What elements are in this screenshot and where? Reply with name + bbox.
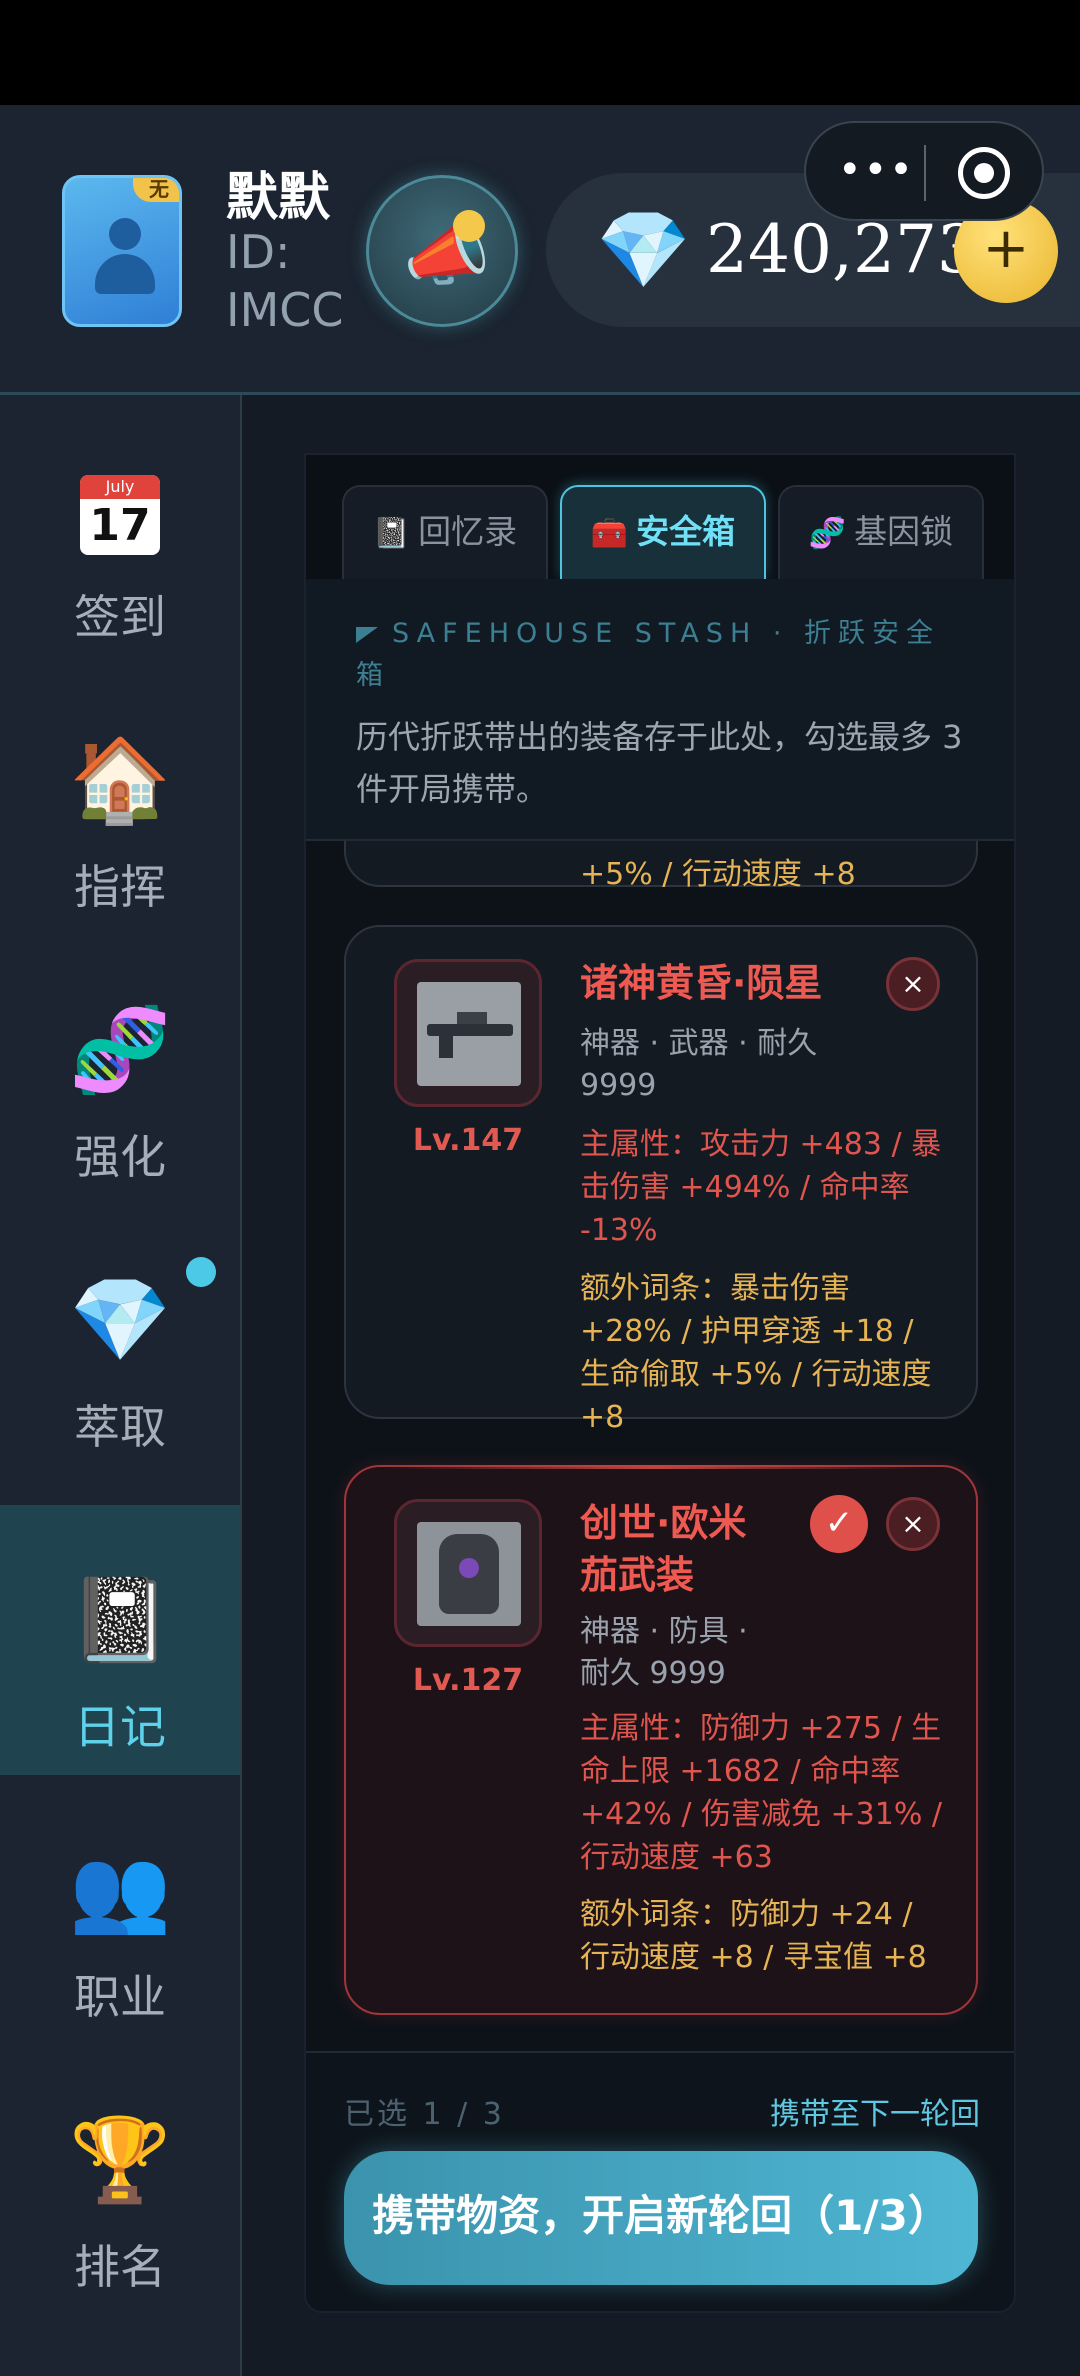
avatar[interactable]: 无 [62, 175, 182, 327]
person-icon [95, 218, 155, 298]
remove-item-button[interactable]: × [886, 1497, 940, 1551]
remove-item-button[interactable]: × [886, 957, 940, 1011]
notification-dot [186, 1257, 216, 1287]
tab-safebox[interactable]: 🧰 安全箱 [560, 485, 766, 579]
sidebar: July 17 签到 🏠 指挥 🧬 强化 💎 萃取 📓 日记 👥 职业 🏆 排名 [0, 395, 242, 2376]
avatar-badge: 无 [133, 178, 179, 202]
item-thumbnail [394, 959, 542, 1107]
toolbox-icon: 🧰 [590, 516, 629, 551]
notebook-icon: 📓 [68, 1573, 172, 1668]
selected-check-icon[interactable]: ✓ [810, 1495, 868, 1553]
stash-footer: 已选 1 / 3 携带至下一轮回 携带物资，开启新轮回（1/3） [306, 2051, 1014, 2311]
house-icon: 🏠 [68, 733, 172, 828]
notification-dot [453, 210, 485, 242]
notebook-icon: 📓 [372, 516, 411, 551]
stash-panel: 📓 回忆录 🧰 安全箱 🧬 基因锁 SAFEHOUSE STASH · 折跃安全箱 历… [304, 453, 1016, 2313]
sidebar-item-label: 职业 [74, 1970, 166, 2024]
sidebar-item-checkin[interactable]: July 17 签到 [0, 395, 240, 665]
dna-icon: 🧬 [68, 1003, 172, 1098]
dna-icon: 🧬 [808, 516, 847, 551]
item-main-attributes: 主属性：防御力 +275 / 生命上限 +1682 / 命中率 +42% / 伤… [580, 1711, 942, 1875]
sidebar-item-label: 日记 [74, 1700, 166, 1754]
sidebar-item-enhance[interactable]: 🧬 强化 [0, 935, 240, 1205]
item-list[interactable]: +5% / 行动速度 +8 Lv.147 诸神黄昏·陨星 神器 · 武器 · 耐… [306, 841, 1014, 2061]
item-extra-attributes: 额外词条：暴击伤害 +28% / 护甲穿透 +18 / 生命偷取 +5% / 行… [580, 1271, 932, 1435]
trophy-icon: 🏆 [68, 2113, 172, 2208]
user-id: ID: IMCC [226, 225, 344, 337]
tab-genelock[interactable]: 🧬 基因锁 [778, 485, 984, 579]
section-title: SAFEHOUSE STASH · 折跃安全箱 [356, 618, 940, 691]
item-extra-attributes: +5% / 行动速度 +8 [580, 857, 856, 892]
stash-intro: SAFEHOUSE STASH · 折跃安全箱 历代折跃带出的装备存于此处，勾选… [306, 579, 1014, 841]
section-description: 历代折跃带出的装备存于此处，勾选最多 3 件开局携带。 [356, 718, 963, 808]
sidebar-item-command[interactable]: 🏠 指挥 [0, 665, 240, 935]
carry-hint: 携带至下一轮回 [770, 2097, 980, 2132]
item-meta: 神器 · 防具 · 耐久 9999 [580, 1614, 748, 1691]
item-meta: 神器 · 武器 · 耐久 9999 [580, 1026, 818, 1103]
target-icon[interactable] [958, 147, 1010, 199]
sidebar-item-extract[interactable]: 💎 萃取 [0, 1205, 240, 1475]
item-name: 诸神黄昏·陨星 [580, 961, 823, 1005]
flag-icon [356, 626, 378, 643]
item-level: Lv.147 [412, 1123, 524, 1158]
app-screen: 无 默默 ID: IMCC 📣 💎 240,273 + ••• July 17 … [0, 0, 1080, 2376]
item-extra-attributes: 额外词条：防御力 +24 / 行动速度 +8 / 寻宝值 +8 [580, 1897, 927, 1975]
calendar-icon: July 17 [80, 475, 160, 555]
currency-balance: 240,273 [706, 211, 979, 288]
sidebar-item-label: 强化 [74, 1130, 166, 1184]
username: 默默 [226, 168, 331, 228]
selected-count: 已选 1 / 3 [344, 2097, 505, 2132]
item-card[interactable]: +5% / 行动速度 +8 [344, 841, 978, 892]
users-icon: 👥 [68, 1843, 172, 1938]
gem-icon: 💎 [68, 1273, 172, 1368]
item-level: Lv.127 [412, 1663, 524, 1698]
item-card-selected[interactable]: Lv.127 创世·欧米茄武装 神器 · 防具 · 耐久 9999 主属性：防御… [344, 1465, 978, 2015]
sidebar-item-label: 萃取 [74, 1400, 166, 1454]
more-menu-button[interactable]: ••• [838, 145, 913, 201]
sidebar-item-label: 排名 [74, 2240, 166, 2294]
tab-bar: 📓 回忆录 🧰 安全箱 🧬 基因锁 [306, 455, 1014, 579]
sidebar-item-career[interactable]: 👥 职业 [0, 1775, 240, 2045]
armor-icon [417, 1522, 521, 1626]
announcement-button[interactable]: 📣 [366, 175, 518, 327]
status-bar [0, 0, 1080, 105]
sidebar-item-label: 签到 [74, 590, 166, 644]
item-card[interactable]: Lv.147 诸神黄昏·陨星 神器 · 武器 · 耐久 9999 主属性：攻击力… [344, 925, 978, 1435]
item-thumbnail [394, 1499, 542, 1647]
start-new-cycle-button[interactable]: 携带物资，开启新轮回（1/3） [344, 2151, 978, 2285]
miniapp-capsule: ••• [804, 121, 1044, 221]
item-name: 创世·欧米茄武装 [580, 1501, 747, 1597]
item-main-attributes: 主属性：攻击力 +483 / 暴击伤害 +494% / 命中率 -13% [580, 1127, 942, 1248]
sidebar-item-ranking[interactable]: 🏆 排名 [0, 2045, 240, 2315]
header: 无 默默 ID: IMCC 📣 💎 240,273 + ••• [0, 105, 1080, 395]
sidebar-item-diary[interactable]: 📓 日记 [0, 1505, 240, 1775]
diamond-icon: 💎 [596, 205, 691, 294]
rifle-icon [417, 982, 521, 1086]
tab-memoir[interactable]: 📓 回忆录 [342, 485, 548, 579]
sidebar-item-label: 指挥 [74, 860, 166, 914]
